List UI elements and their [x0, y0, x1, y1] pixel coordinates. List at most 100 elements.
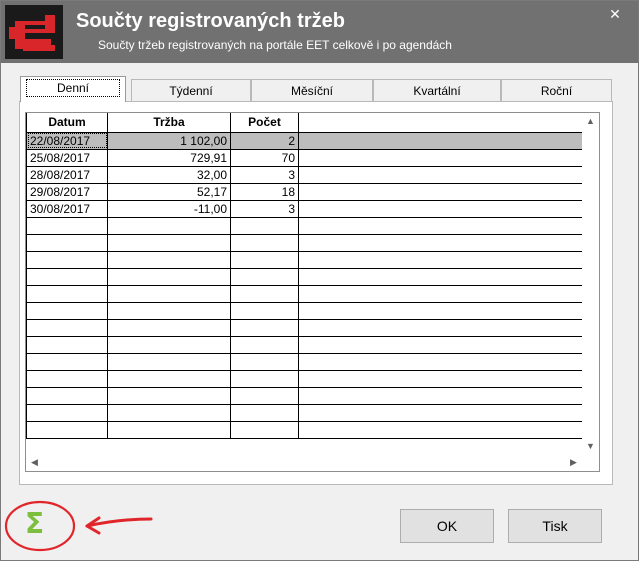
table-row[interactable] — [26, 267, 583, 286]
cell-empty — [298, 369, 583, 388]
cell-empty — [298, 403, 583, 422]
column-header-pocet[interactable]: Počet — [230, 113, 299, 133]
table-row[interactable] — [26, 284, 583, 303]
cell-datum — [26, 301, 108, 320]
vertical-scrollbar[interactable]: ▲ ▼ — [582, 113, 599, 455]
data-grid[interactable]: Datum Tržba Počet 22/08/2017 1 102,00 2 25/… — [25, 112, 600, 472]
cell-trzba — [107, 352, 231, 371]
cell-datum: 29/08/2017 — [26, 182, 108, 201]
cell-pocet — [230, 250, 299, 269]
table-row[interactable] — [26, 318, 583, 337]
pointer-arrow-icon — [85, 516, 153, 535]
cell-trzba: 52,17 — [107, 182, 231, 201]
tab-denni[interactable]: Denní — [20, 76, 126, 102]
table-row[interactable]: 25/08/2017 729,91 70 — [26, 148, 583, 167]
cell-trzba: 1 102,00 — [107, 131, 231, 150]
cell-pocet: 70 — [230, 148, 299, 167]
cell-trzba — [107, 318, 231, 337]
table-header-row: Datum Tržba Počet — [26, 113, 583, 133]
title-bar: Součty registrovaných tržeb Součty tržeb… — [1, 1, 638, 63]
cell-datum: 25/08/2017 — [26, 148, 108, 167]
cell-datum: 22/08/2017 — [26, 131, 108, 150]
cell-empty — [298, 216, 583, 235]
table-row[interactable] — [26, 233, 583, 252]
cell-empty — [298, 386, 583, 405]
column-header-datum[interactable]: Datum — [26, 113, 108, 133]
cell-empty — [298, 165, 583, 184]
table-row[interactable] — [26, 216, 583, 235]
cell-trzba — [107, 386, 231, 405]
column-header-trzba[interactable]: Tržba — [107, 113, 231, 133]
table-body: 22/08/2017 1 102,00 2 25/08/2017 729,91 70 28/… — [26, 131, 583, 439]
table-row[interactable] — [26, 420, 583, 439]
cell-trzba: -11,00 — [107, 199, 231, 218]
window-title: Součty registrovaných tržeb — [76, 10, 345, 32]
print-button[interactable]: Tisk — [508, 509, 602, 543]
cell-datum — [26, 352, 108, 371]
tab-label: Denní — [25, 79, 121, 97]
close-icon[interactable]: ✕ — [607, 6, 623, 22]
table-row[interactable] — [26, 335, 583, 354]
cell-datum — [26, 318, 108, 337]
cell-pocet: 2 — [230, 131, 299, 150]
cell-trzba — [107, 216, 231, 235]
cell-empty — [298, 199, 583, 218]
cell-trzba — [107, 301, 231, 320]
cell-pocet — [230, 267, 299, 286]
cell-pocet — [230, 386, 299, 405]
sigma-icon[interactable]: Σ — [25, 507, 44, 540]
table-row[interactable]: 28/08/2017 32,00 3 — [26, 165, 583, 184]
cell-empty — [298, 352, 583, 371]
scroll-down-icon[interactable]: ▼ — [582, 438, 599, 455]
table-row[interactable]: 22/08/2017 1 102,00 2 — [26, 131, 583, 150]
cell-trzba — [107, 369, 231, 388]
table-row[interactable] — [26, 386, 583, 405]
scroll-up-icon[interactable]: ▲ — [582, 113, 599, 130]
cell-empty — [298, 250, 583, 269]
cell-datum — [26, 386, 108, 405]
cell-trzba: 32,00 — [107, 165, 231, 184]
cell-datum — [26, 250, 108, 269]
tab-panel: Datum Tržba Počet 22/08/2017 1 102,00 2 25/… — [19, 101, 613, 485]
table-row[interactable] — [26, 369, 583, 388]
cell-datum — [26, 335, 108, 354]
cell-pocet — [230, 301, 299, 320]
table-row[interactable] — [26, 403, 583, 422]
cell-datum: 28/08/2017 — [26, 165, 108, 184]
cell-datum — [26, 369, 108, 388]
cell-pocet — [230, 403, 299, 422]
window-subtitle: Součty tržeb registrovaných na portále E… — [98, 38, 452, 52]
cell-trzba — [107, 233, 231, 252]
ok-button[interactable]: OK — [400, 509, 494, 543]
column-header-empty — [298, 113, 583, 133]
cell-datum — [26, 216, 108, 235]
tab-mesicni[interactable]: Měsíční — [251, 79, 373, 101]
cell-pocet — [230, 369, 299, 388]
table-row[interactable] — [26, 352, 583, 371]
cell-pocet: 3 — [230, 165, 299, 184]
horizontal-scrollbar[interactable]: ◀ ▶ — [26, 454, 582, 471]
tab-kvartalni[interactable]: Kvartální — [373, 79, 501, 101]
cell-datum — [26, 267, 108, 286]
table-row[interactable]: 29/08/2017 52,17 18 — [26, 182, 583, 201]
scroll-right-icon[interactable]: ▶ — [565, 454, 582, 471]
cell-datum — [26, 403, 108, 422]
cell-pocet — [230, 318, 299, 337]
table-row[interactable]: 30/08/2017 -11,00 3 — [26, 199, 583, 218]
cell-trzba — [107, 267, 231, 286]
cell-empty — [298, 267, 583, 286]
cell-empty — [298, 335, 583, 354]
eet-logo-icon — [5, 5, 63, 59]
tab-rocni[interactable]: Roční — [501, 79, 612, 101]
table-row[interactable] — [26, 250, 583, 269]
cell-pocet: 18 — [230, 182, 299, 201]
tab-tydenni[interactable]: Týdenní — [131, 79, 251, 101]
cell-empty — [298, 131, 583, 150]
cell-pocet — [230, 352, 299, 371]
cell-pocet — [230, 420, 299, 439]
table-row[interactable] — [26, 301, 583, 320]
cell-empty — [298, 318, 583, 337]
scroll-left-icon[interactable]: ◀ — [26, 454, 43, 471]
cell-trzba — [107, 403, 231, 422]
cell-pocet — [230, 335, 299, 354]
